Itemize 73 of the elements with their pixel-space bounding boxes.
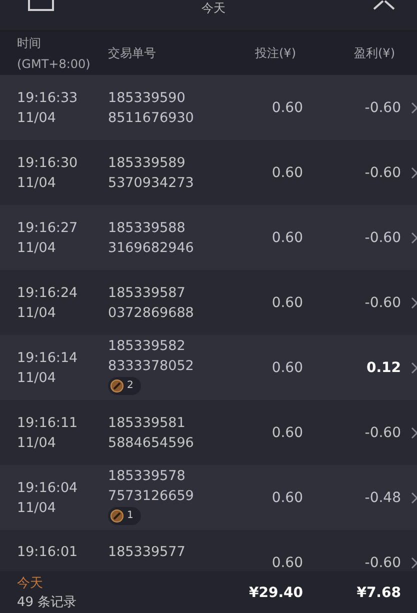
header-title: 今天 xyxy=(202,0,226,17)
date-text: 11/04 xyxy=(17,434,57,452)
chevron-right-icon xyxy=(411,102,417,114)
chevron-right-icon xyxy=(411,362,417,374)
bet-amount: 0.60 xyxy=(270,554,303,573)
summary-label: 今天 xyxy=(17,575,44,593)
profit-amount: -0.60 xyxy=(364,424,401,442)
time-text: 19:16:24 xyxy=(17,284,79,302)
time-text: 19:16:30 xyxy=(17,154,79,172)
order-number: 185339582 xyxy=(108,337,186,356)
badge-count: 2 xyxy=(127,379,134,393)
profit-amount: 0.12 xyxy=(365,358,401,378)
table-row[interactable]: 19:16:33 11/04 185339590 8511676930 0.60 -0.60 xyxy=(0,75,417,140)
bet-amount: 0.60 xyxy=(270,488,303,508)
time-text: 19:16:04 xyxy=(17,478,79,498)
chevron-right-icon xyxy=(411,296,417,308)
table-row[interactable]: 19:16:14 11/04 185339582 8333378052 2 0.60 0.12 xyxy=(0,335,417,400)
order-number: 0372869688 xyxy=(108,304,195,322)
close-icon[interactable] xyxy=(373,0,395,10)
order-number: 3169682946 xyxy=(108,238,195,258)
profit-amount: -0.60 xyxy=(364,294,401,312)
date-text: 11/04 xyxy=(17,108,57,128)
order-number: 5884654596 xyxy=(108,434,195,452)
profit-amount: -0.60 xyxy=(364,164,401,182)
bet-amount: 0.60 xyxy=(270,358,303,378)
compass-icon xyxy=(110,509,124,523)
order-number: 7573126659 xyxy=(108,487,195,506)
bet-amount: 0.60 xyxy=(270,424,303,442)
order-number: 185339590 xyxy=(108,88,186,108)
date-text: 11/04 xyxy=(17,238,57,258)
chevron-right-icon xyxy=(411,232,417,244)
order-number: 5370934273 xyxy=(108,174,195,192)
order-number: 8333378052 xyxy=(108,357,195,376)
bet-amount: 0.60 xyxy=(270,98,303,118)
column-heading: 时间 (GMT+8:00) xyxy=(16,34,92,72)
date-text: 11/04 xyxy=(17,304,57,322)
badge-count: 1 xyxy=(127,509,134,523)
column-heading: 交易单号 xyxy=(108,45,157,62)
calendar-icon[interactable] xyxy=(28,0,54,12)
table-row[interactable]: 19:16:27 11/04 185339588 3169682946 0.60 -0.60 xyxy=(0,205,417,270)
order-number: 8511676930 xyxy=(108,108,195,128)
date-text: 11/04 xyxy=(17,368,57,388)
order-number: 185339581 xyxy=(108,414,186,432)
column-heading: 投注(¥) xyxy=(254,45,296,62)
date-text: 11/04 xyxy=(17,174,57,192)
time-text: 19:16:01 xyxy=(17,543,79,562)
bet-amount: 0.60 xyxy=(270,164,303,182)
profit-amount: -0.60 xyxy=(364,98,401,118)
column-heading: 盈利(¥) xyxy=(353,45,395,62)
bet-total: ¥29.40 xyxy=(248,585,303,601)
record-count: 49 条记录 xyxy=(17,594,78,612)
time-text: 19:16:33 xyxy=(17,88,79,108)
profit-amount: -0.48 xyxy=(364,488,401,508)
profit-total: ¥7.68 xyxy=(356,585,401,601)
chevron-right-icon xyxy=(411,557,417,569)
bet-amount: 0.60 xyxy=(270,294,303,312)
chevron-right-icon xyxy=(411,492,417,504)
order-number: 185339577 xyxy=(108,543,186,562)
time-text: 19:16:27 xyxy=(17,218,79,238)
order-number: 185339578 xyxy=(108,467,186,486)
time-text: 19:16:11 xyxy=(17,414,79,432)
chevron-right-icon xyxy=(411,166,417,178)
profit-amount: -0.60 xyxy=(364,228,401,248)
profit-amount: -0.60 xyxy=(364,554,401,573)
table-row[interactable]: 19:16:04 11/04 185339578 7573126659 1 0.60 -0.48 xyxy=(0,465,417,530)
compass-icon xyxy=(110,379,124,393)
bet-amount: 0.60 xyxy=(270,228,303,248)
date-text: 11/04 xyxy=(17,498,57,518)
time-text: 19:16:14 xyxy=(17,348,79,368)
order-number: 185339587 xyxy=(108,284,186,302)
order-number: 185339588 xyxy=(108,218,186,238)
chevron-right-icon xyxy=(411,426,417,438)
order-number: 185339589 xyxy=(108,154,186,172)
